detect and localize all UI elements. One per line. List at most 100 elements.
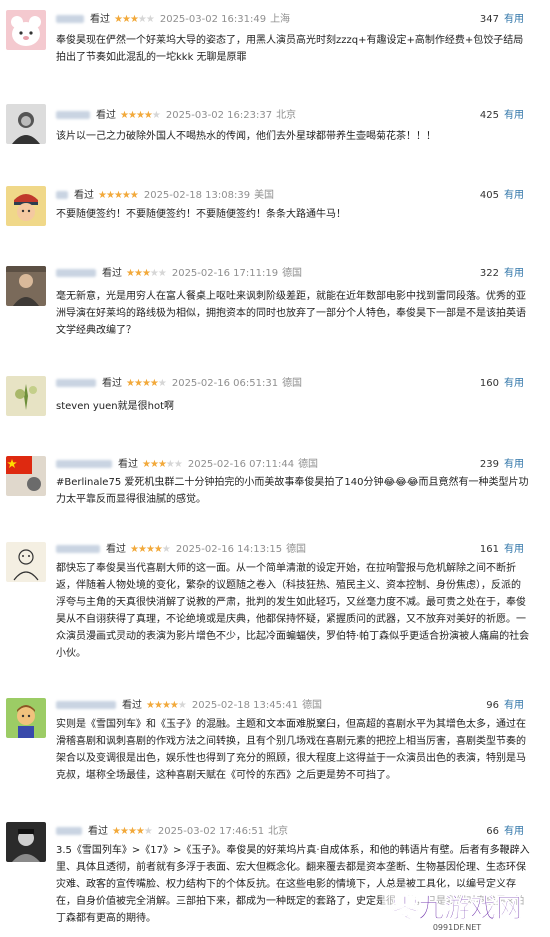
- star-filled-icon: ★: [149, 378, 159, 389]
- username[interactable]: [56, 701, 116, 709]
- avatar[interactable]: [6, 376, 46, 416]
- vote-count: 322 有用: [480, 266, 524, 282]
- useful-button[interactable]: 有用: [504, 700, 524, 711]
- avatar[interactable]: [6, 822, 46, 862]
- username[interactable]: [56, 15, 84, 23]
- star-filled-icon: ★: [121, 190, 131, 201]
- star-filled-icon: ★: [121, 14, 131, 25]
- useful-button[interactable]: 有用: [504, 190, 524, 201]
- review-time: 2025-03-02 16:31:49: [159, 14, 267, 25]
- watched-label: 看过: [106, 544, 126, 555]
- review-meta: 看过 ★★★★★ 2025-02-16 14:13:15 德国: [56, 542, 306, 558]
- review-meta: 看过 ★★★★★ 2025-03-02 16:23:37 北京: [56, 108, 296, 124]
- watermark-url: 0991DF.NET: [433, 923, 481, 932]
- avatar[interactable]: [6, 456, 46, 496]
- star-filled-icon: ★: [161, 700, 171, 711]
- star-empty-icon: ★: [157, 378, 167, 389]
- avatar[interactable]: [6, 186, 46, 226]
- review-meta: 看过 ★★★★★ 2025-03-02 17:46:51 北京: [56, 824, 288, 840]
- review-location: 美国: [254, 190, 275, 201]
- star-filled-icon: ★: [137, 544, 147, 555]
- star-filled-icon: ★: [112, 826, 121, 837]
- star-filled-icon: ★: [157, 459, 167, 470]
- rating-stars: ★★★★★: [126, 268, 167, 279]
- character-avatar-icon: [6, 698, 46, 738]
- star-filled-icon: ★: [130, 544, 139, 555]
- review-content: 该片以一己之力破除外国人不喝热水的传闻，他们去外星球都带养生壶喝菊花茶！！！: [56, 131, 436, 142]
- vote-count: 347 有用: [480, 12, 524, 28]
- review-content: 不要随便签约！不要随便签约！不要随便签约！条条大路通牛马！: [56, 209, 346, 220]
- useful-button[interactable]: 有用: [504, 378, 524, 389]
- review-location: 德国: [286, 544, 307, 555]
- review-time: 2025-02-16 14:13:15: [175, 544, 283, 555]
- star-filled-icon: ★: [143, 110, 153, 121]
- useful-count: 425: [479, 110, 499, 121]
- username[interactable]: [56, 827, 82, 835]
- rating-stars: ★★★★★: [146, 700, 187, 711]
- review-content: 毫无新意，光是用穷人在富人餐桌上呕吐来讽刺阶级差距，就能在近年数部电影中找到雷同…: [56, 291, 526, 336]
- useful-count: 239: [479, 459, 499, 470]
- star-filled-icon: ★: [126, 268, 135, 279]
- star-filled-icon: ★: [135, 826, 145, 837]
- useful-button[interactable]: 有用: [504, 544, 524, 555]
- star-empty-icon: ★: [173, 459, 183, 470]
- nature-avatar-icon: [6, 376, 46, 416]
- star-filled-icon: ★: [114, 14, 123, 25]
- review-meta: 看过 ★★★★★ 2025-02-18 13:08:39 美国: [56, 188, 274, 204]
- avatar[interactable]: [6, 698, 46, 738]
- portrait-avatar-icon: [6, 104, 46, 144]
- review-meta: 看过 ★★★★★ 2025-03-02 16:31:49 上海: [56, 12, 290, 28]
- star-empty-icon: ★: [151, 110, 161, 121]
- useful-button[interactable]: 有用: [504, 826, 524, 837]
- rating-stars: ★★★★★: [98, 190, 139, 201]
- star-empty-icon: ★: [157, 268, 167, 279]
- watermark-text: 零九游戏网: [392, 894, 522, 924]
- vote-count: 405 有用: [480, 188, 524, 204]
- watched-label: 看过: [102, 268, 122, 279]
- review-meta: 看过 ★★★★★ 2025-02-16 07:11:44 德国: [56, 457, 318, 473]
- rating-stars: ★★★★★: [126, 378, 167, 389]
- star-filled-icon: ★: [120, 110, 129, 121]
- username[interactable]: [56, 269, 96, 277]
- star-filled-icon: ★: [149, 459, 159, 470]
- star-filled-icon: ★: [141, 268, 151, 279]
- star-empty-icon: ★: [143, 826, 153, 837]
- username[interactable]: [56, 111, 90, 119]
- avatar[interactable]: [6, 266, 46, 306]
- star-filled-icon: ★: [142, 459, 151, 470]
- star-filled-icon: ★: [98, 190, 107, 201]
- useful-count: 322: [479, 268, 499, 279]
- flag-avatar-icon: [6, 456, 46, 496]
- useful-button[interactable]: 有用: [504, 110, 524, 121]
- review-content: steven yuen就是很hot啊: [56, 401, 174, 412]
- review-location: 德国: [302, 700, 323, 711]
- avatar[interactable]: [6, 10, 46, 50]
- photo-avatar-icon: [6, 266, 46, 306]
- username[interactable]: [56, 460, 112, 468]
- vote-count: 239 有用: [480, 457, 524, 473]
- star-filled-icon: ★: [153, 700, 163, 711]
- useful-button[interactable]: 有用: [504, 459, 524, 470]
- watched-label: 看过: [74, 190, 94, 201]
- useful-count: 347: [479, 14, 499, 25]
- avatar[interactable]: [6, 104, 46, 144]
- avatar[interactable]: [6, 542, 46, 582]
- review-time: 2025-02-16 17:11:19: [171, 268, 279, 279]
- star-empty-icon: ★: [149, 268, 159, 279]
- review-location: 德国: [298, 459, 319, 470]
- username[interactable]: [56, 379, 96, 387]
- sketch-avatar-icon: [6, 542, 46, 582]
- review-content: #Berlinale75 爱死机虫群二十分钟拍完的小而美故事奉俊昊拍了140分钟…: [56, 477, 529, 505]
- useful-count: 160: [479, 378, 499, 389]
- review-meta: 看过 ★★★★★ 2025-02-18 13:45:41 德国: [56, 698, 322, 714]
- useful-count: 405: [479, 190, 499, 201]
- review-location: 德国: [282, 378, 303, 389]
- username[interactable]: [56, 545, 100, 553]
- review-time: 2025-02-18 13:08:39: [143, 190, 251, 201]
- star-filled-icon: ★: [141, 378, 151, 389]
- star-filled-icon: ★: [153, 544, 163, 555]
- useful-button[interactable]: 有用: [504, 268, 524, 279]
- star-filled-icon: ★: [129, 190, 139, 201]
- useful-button[interactable]: 有用: [504, 14, 524, 25]
- username[interactable]: [56, 191, 68, 199]
